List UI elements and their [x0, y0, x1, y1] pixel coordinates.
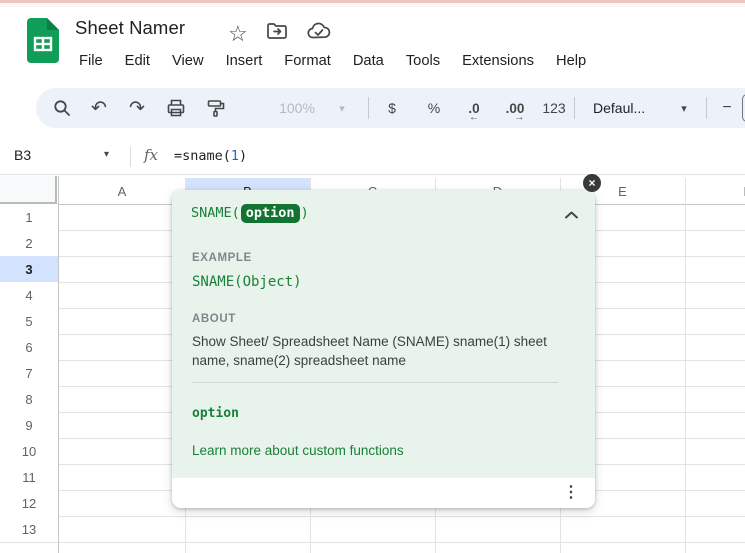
- arrow-right-icon: →: [506, 112, 525, 123]
- example-label: EXAMPLE: [192, 252, 252, 264]
- currency-format-button[interactable]: $: [376, 88, 408, 128]
- row-header-4[interactable]: 4: [0, 282, 58, 308]
- row-header-10[interactable]: 10: [0, 438, 58, 464]
- zoom-level[interactable]: 100%: [272, 88, 322, 128]
- active-param-badge: option: [241, 204, 300, 223]
- row-header-11[interactable]: 11: [0, 464, 58, 490]
- menu-tools[interactable]: Tools: [395, 48, 451, 74]
- row-header-2[interactable]: 2: [0, 230, 58, 256]
- grid-line: [685, 178, 686, 553]
- document-title[interactable]: Sheet Namer: [75, 17, 185, 39]
- more-formats-button[interactable]: 123: [536, 88, 572, 128]
- formula-bar: [0, 140, 745, 175]
- percent-format-button[interactable]: %: [418, 88, 450, 128]
- star-icon[interactable]: ☆: [228, 22, 248, 46]
- menu-help[interactable]: Help: [545, 48, 597, 74]
- decrease-font-size-button[interactable]: −: [714, 88, 740, 128]
- kebab-menu-icon[interactable]: ⋮: [563, 482, 579, 502]
- menu-file[interactable]: File: [68, 48, 114, 74]
- param-name: option: [192, 406, 239, 421]
- zoom-caret-icon[interactable]: ▾: [332, 88, 352, 128]
- menu-data[interactable]: Data: [342, 48, 395, 74]
- row-header-3[interactable]: 3: [0, 256, 58, 282]
- formula-input[interactable]: =sname(1): [174, 148, 247, 164]
- fx-icon: fx: [144, 146, 158, 164]
- name-box-caret-icon[interactable]: ▾: [104, 149, 109, 160]
- menu-extensions[interactable]: Extensions: [451, 48, 545, 74]
- row-header-6[interactable]: 6: [0, 334, 58, 360]
- popup-footer: ⋮: [172, 478, 595, 508]
- row-header-7[interactable]: 7: [0, 360, 58, 386]
- row-header-border: [58, 176, 59, 553]
- example-code: SNAME(Object): [192, 274, 302, 290]
- function-signature: SNAME(option): [191, 205, 309, 221]
- search-icon[interactable]: [44, 88, 80, 128]
- paint-format-icon[interactable]: [198, 88, 234, 128]
- row-header-13[interactable]: 13: [0, 516, 58, 542]
- about-label: ABOUT: [192, 313, 236, 325]
- menu-format[interactable]: Format: [273, 48, 342, 74]
- collapse-chevron-icon[interactable]: [564, 207, 579, 225]
- undo-icon[interactable]: ↶: [81, 88, 117, 128]
- grid-line: [0, 516, 745, 517]
- row-header-12[interactable]: 12: [0, 490, 58, 516]
- toolbar-separator: [368, 97, 369, 119]
- decrease-decimal-button[interactable]: .0←: [458, 88, 490, 128]
- formula-bar-separator: [130, 147, 131, 167]
- cloud-saved-icon[interactable]: [306, 19, 332, 48]
- grid-line: [0, 542, 745, 543]
- font-name-select[interactable]: Defaul...: [586, 88, 679, 128]
- name-box[interactable]: B3: [14, 147, 31, 163]
- redo-icon[interactable]: ↷: [119, 88, 155, 128]
- row-header-8[interactable]: 8: [0, 386, 58, 412]
- toolbar: ↶ ↷ 100% ▾ $ % .0← .00→ 123 Defaul... ▾ …: [36, 88, 745, 128]
- move-folder-icon[interactable]: [265, 19, 289, 48]
- popup-divider: [192, 382, 558, 383]
- column-header-f[interactable]: F: [685, 178, 745, 204]
- print-icon[interactable]: [158, 88, 194, 128]
- increase-decimal-button[interactable]: .00→: [497, 88, 533, 128]
- column-header-a[interactable]: A: [59, 178, 185, 204]
- function-help-popup: SNAME(option) EXAMPLE SNAME(Object) ABOU…: [172, 190, 595, 508]
- font-caret-icon[interactable]: ▾: [674, 88, 694, 128]
- learn-more-link[interactable]: Learn more about custom functions: [192, 443, 404, 458]
- toolbar-separator: [706, 97, 707, 119]
- arrow-left-icon: ←: [468, 112, 479, 123]
- select-all-corner[interactable]: [0, 176, 57, 204]
- menu-edit[interactable]: Edit: [114, 48, 161, 74]
- toolbar-separator: [574, 97, 575, 119]
- row-header-1[interactable]: 1: [0, 204, 58, 230]
- sheets-logo[interactable]: [27, 18, 59, 63]
- row-header-9[interactable]: 9: [0, 412, 58, 438]
- top-pale-strip: [0, 3, 745, 7]
- menu-view[interactable]: View: [161, 48, 215, 74]
- about-text: Show Sheet/ Spreadsheet Name (SNAME) sna…: [192, 332, 564, 370]
- close-icon[interactable]: ×: [583, 174, 601, 192]
- row-header-5[interactable]: 5: [0, 308, 58, 334]
- menu-bar: File Edit View Insert Format Data Tools …: [68, 48, 597, 74]
- menu-insert[interactable]: Insert: [215, 48, 274, 74]
